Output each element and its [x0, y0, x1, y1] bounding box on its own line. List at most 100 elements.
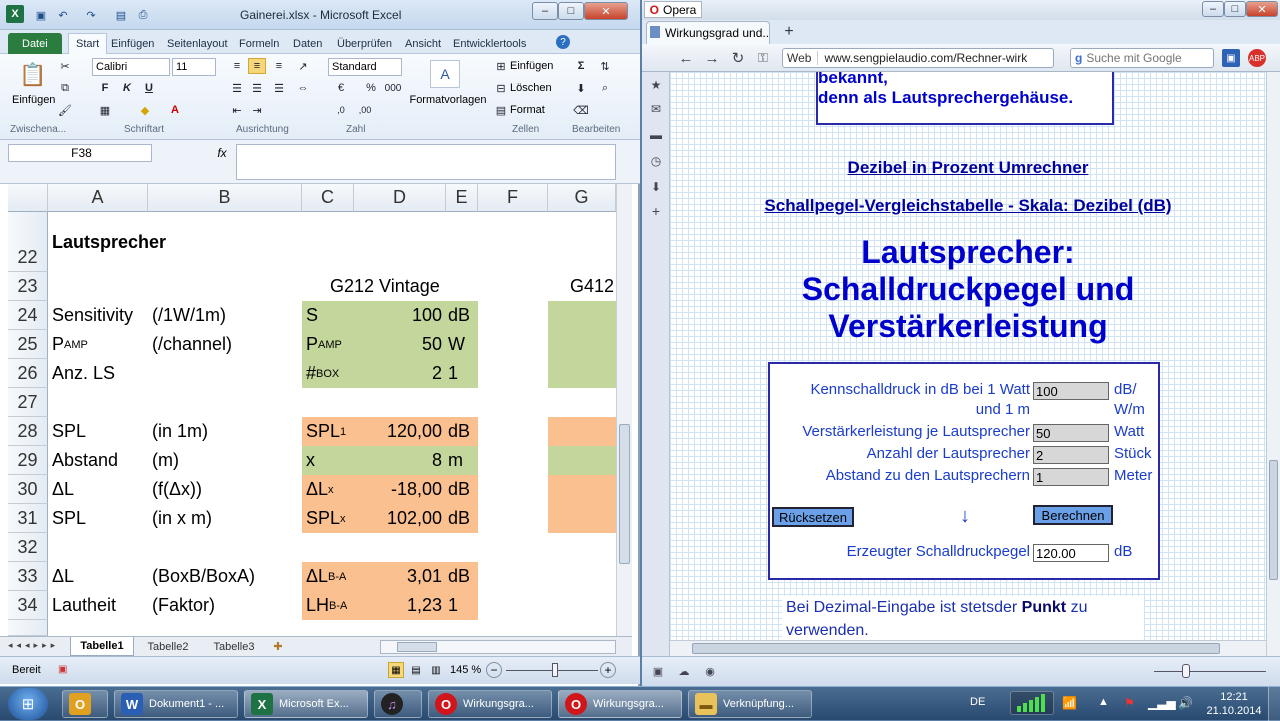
row-header[interactable]: 32: [8, 533, 48, 562]
font-name-select[interactable]: Calibri: [92, 58, 170, 76]
column-header-f[interactable]: F: [478, 184, 548, 212]
cell-e29[interactable]: m: [448, 446, 463, 475]
tab-einfuegen[interactable]: Einfügen: [104, 33, 161, 54]
page-vertical-scrollbar[interactable]: [1266, 72, 1280, 656]
cell-d29[interactable]: 8: [354, 446, 442, 475]
cell-c24[interactable]: S: [306, 301, 318, 330]
vertical-scroll-thumb[interactable]: [619, 424, 630, 564]
column-header-g[interactable]: G: [548, 184, 616, 212]
column-header-c[interactable]: C: [302, 184, 354, 212]
find-icon[interactable]: ⌕: [596, 80, 614, 96]
borders-icon[interactable]: ▦: [96, 102, 114, 118]
row-header[interactable]: 22: [8, 212, 48, 272]
tab-daten[interactable]: Daten: [286, 33, 329, 54]
tab-formeln[interactable]: Formeln: [232, 33, 286, 54]
cell-c28[interactable]: SPL 1: [306, 417, 346, 446]
row-header[interactable]: 27: [8, 388, 48, 417]
result-output[interactable]: [1033, 544, 1109, 562]
row-header[interactable]: 31: [8, 504, 48, 533]
opera-menu-button[interactable]: O Opera: [644, 1, 702, 18]
cell-d34[interactable]: 1,23: [354, 591, 442, 620]
cell-b29[interactable]: (m): [152, 446, 179, 475]
cell-d24[interactable]: 100: [354, 301, 442, 330]
redo-icon[interactable]: ↷: [82, 6, 100, 24]
normal-view-icon[interactable]: ▦: [388, 662, 404, 678]
cell-e34[interactable]: 1: [448, 591, 458, 620]
fill-color-icon[interactable]: ◆: [136, 102, 154, 118]
turbo-icon[interactable]: ☁: [676, 663, 692, 679]
taskbar-item-opera-1[interactable]: O Wirkungsgra...: [428, 690, 552, 718]
bookmarks-panel-icon[interactable]: ★: [647, 76, 665, 94]
cell-d31[interactable]: 102,00: [354, 504, 442, 533]
bookmark-icon[interactable]: ▣: [1222, 49, 1240, 67]
cell-d28[interactable]: 120,00: [354, 417, 442, 446]
zoom-out-button[interactable]: −: [486, 662, 502, 678]
cell-e24[interactable]: dB: [448, 301, 470, 330]
row-header[interactable]: 25: [8, 330, 48, 359]
cell-c34[interactable]: LH B-A: [306, 591, 347, 620]
format-templates-button[interactable]: Formatvorlagen: [408, 94, 488, 106]
clock[interactable]: 12:21 21.10.2014: [1204, 690, 1264, 718]
taskbar-pinned-outlook[interactable]: O: [62, 690, 108, 718]
fill-icon[interactable]: ⬇: [572, 80, 590, 96]
minimize-button[interactable]: –: [532, 2, 558, 20]
distance-input[interactable]: [1033, 468, 1109, 486]
tab-start[interactable]: Start: [68, 33, 108, 54]
taskbar-pinned-itunes[interactable]: ♫: [374, 690, 422, 718]
delete-cells-button[interactable]: Löschen: [510, 82, 552, 94]
align-left-icon[interactable]: ☰: [228, 80, 246, 96]
indent-increase-icon[interactable]: ⇥: [248, 102, 266, 118]
cell-g23[interactable]: G412: [570, 272, 614, 301]
page-layout-view-icon[interactable]: ▤: [408, 662, 424, 678]
cut-icon[interactable]: ✂: [56, 58, 74, 74]
font-color-icon[interactable]: A: [166, 102, 184, 118]
cell-b30[interactable]: (f(Δx)): [152, 475, 202, 504]
show-desktop-button[interactable]: [1268, 687, 1280, 721]
show-hidden-icons[interactable]: ▲: [1098, 696, 1109, 708]
orientation-icon[interactable]: ↗: [294, 58, 312, 74]
align-top-icon[interactable]: ≡: [228, 58, 246, 74]
speaker-count-input[interactable]: [1033, 446, 1109, 464]
cell-a30[interactable]: ΔL: [52, 475, 74, 504]
paste-button[interactable]: Einfügen: [12, 94, 55, 106]
align-middle-icon[interactable]: ≡: [248, 58, 266, 74]
link-decibel-percent[interactable]: Dezibel in Prozent Umrechner: [848, 158, 1089, 177]
select-all-corner[interactable]: [8, 184, 48, 212]
cell-e28[interactable]: dB: [448, 417, 470, 446]
cell-c29[interactable]: x: [306, 446, 315, 475]
cell-a24[interactable]: Sensitivity: [52, 301, 133, 330]
italic-icon[interactable]: K: [118, 80, 136, 96]
mail-panel-icon[interactable]: ✉: [647, 100, 665, 118]
column-header-d[interactable]: D: [354, 184, 446, 212]
vertical-scrollbar[interactable]: [616, 184, 632, 636]
page-horizontal-scroll-thumb[interactable]: [692, 643, 1220, 654]
notes-panel-icon[interactable]: ▬: [647, 126, 665, 144]
page-horizontal-scrollbar[interactable]: [670, 640, 1266, 656]
volume-icon[interactable]: 🔊: [1178, 696, 1193, 710]
percent-icon[interactable]: %: [362, 80, 380, 96]
row-header[interactable]: 26: [8, 359, 48, 388]
reload-icon[interactable]: ↻: [728, 48, 748, 68]
network-meter-icon[interactable]: [1010, 691, 1054, 715]
cell-c26[interactable]: # BOX: [306, 359, 339, 388]
tab-entwicklertools[interactable]: Entwicklertools: [446, 33, 533, 54]
insert-cells-button[interactable]: Einfügen: [510, 60, 553, 72]
search-box[interactable]: g: [1070, 48, 1214, 68]
autosum-icon[interactable]: Σ: [572, 58, 590, 74]
downloads-panel-icon[interactable]: ⬇: [647, 178, 665, 196]
page-zoom-slider[interactable]: [1154, 671, 1266, 672]
increase-decimal-icon[interactable]: ,0: [332, 102, 350, 118]
row-header[interactable]: 24: [8, 301, 48, 330]
search-input[interactable]: [1086, 51, 1197, 65]
taskbar-item-excel[interactable]: X Microsoft Ex...: [244, 690, 368, 718]
column-header-b[interactable]: B: [148, 184, 302, 212]
opera-close-button[interactable]: ✕: [1246, 1, 1278, 17]
action-center-icon[interactable]: ⚑: [1124, 696, 1135, 710]
start-button[interactable]: ⊞: [8, 688, 48, 720]
cell-c23[interactable]: G212 Vintage: [330, 272, 440, 301]
cell-b25[interactable]: (/channel): [152, 330, 232, 359]
link-sound-level-table[interactable]: Schallpegel-Vergleichstabelle - Skala: D…: [764, 196, 1171, 215]
cell-d26[interactable]: 2: [354, 359, 442, 388]
back-icon[interactable]: ←: [676, 48, 696, 68]
new-tab-icon[interactable]: +: [780, 23, 798, 41]
